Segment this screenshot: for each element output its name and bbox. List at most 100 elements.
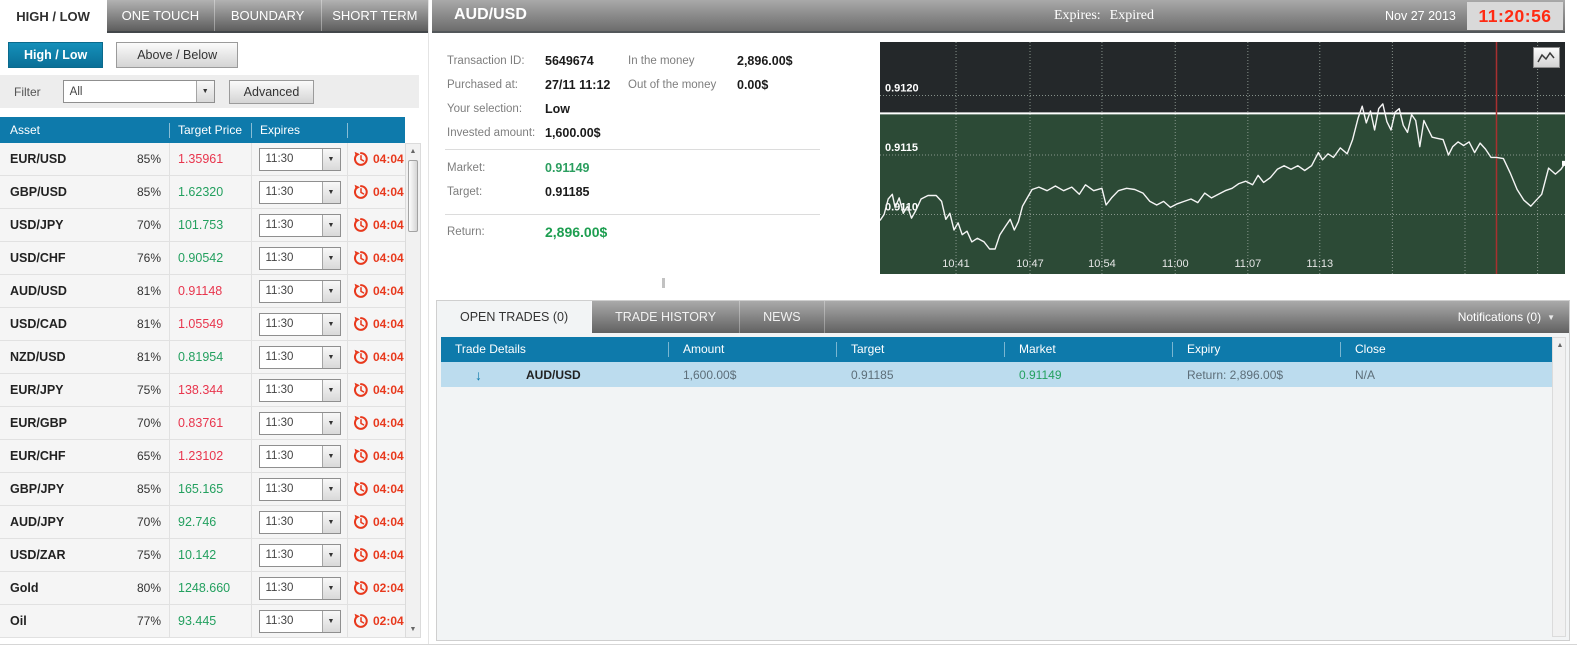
expiry-select[interactable]: 11:30▼ <box>259 511 341 534</box>
tab-short-term[interactable]: SHORT TERM <box>322 0 428 31</box>
expiry-select[interactable]: 11:30▼ <box>259 313 341 336</box>
chevron-down-icon[interactable]: ▼ <box>196 81 214 102</box>
tab-one-touch[interactable]: ONE TOUCH <box>107 0 214 31</box>
expiry-select-cell: 11:30▼ <box>252 572 348 604</box>
panel-divider <box>428 0 429 644</box>
chevron-down-icon[interactable]: ▼ <box>322 611 340 632</box>
high-low-button[interactable]: High / Low <box>8 42 103 68</box>
asset-row[interactable]: USD/ZAR75%10.14211:30▼04:04 <box>0 539 405 572</box>
chart-type-button[interactable] <box>1533 47 1560 68</box>
expiry-select[interactable]: 11:30▼ <box>259 379 341 402</box>
expiry-select[interactable]: 11:30▼ <box>259 346 341 369</box>
chevron-down-icon[interactable]: ▼ <box>322 314 340 335</box>
asset-name: AUD/JPY <box>0 506 118 538</box>
expiry-select[interactable]: 11:30▼ <box>259 577 341 600</box>
asset-row[interactable]: GBP/USD85%1.6232011:30▼04:04 <box>0 176 405 209</box>
advanced-button[interactable]: Advanced <box>229 80 315 104</box>
tab-open-trades-0[interactable]: OPEN TRADES (0) <box>437 301 592 333</box>
chevron-down-icon[interactable]: ▼ <box>322 182 340 203</box>
expiry-select-cell: 11:30▼ <box>252 308 348 340</box>
in-money-label: In the money <box>628 55 694 67</box>
expiry-select[interactable]: 11:30▼ <box>259 181 341 204</box>
asset-row[interactable]: EUR/JPY75%138.34411:30▼04:04 <box>0 374 405 407</box>
expiry-select-value: 11:30 <box>260 549 294 561</box>
filter-select[interactable]: All ▼ <box>63 80 215 103</box>
chevron-down-icon[interactable]: ▼ <box>322 248 340 269</box>
asset-payout: 75% <box>118 374 170 406</box>
trades-scrollbar[interactable]: ▲ <box>1552 337 1566 637</box>
tab-news[interactable]: NEWS <box>740 301 825 333</box>
chevron-down-icon[interactable]: ▼ <box>322 545 340 566</box>
asset-payout: 77% <box>118 605 170 637</box>
countdown-timer: 02:04 <box>373 614 404 628</box>
expiry-select-value: 11:30 <box>260 219 294 231</box>
asset-row[interactable]: Oil77%93.44511:30▼02:04 <box>0 605 405 638</box>
scroll-up-icon[interactable]: ▲ <box>1554 340 1566 351</box>
asset-row[interactable]: EUR/USD85%1.3596111:30▼04:04 <box>0 143 405 176</box>
countdown-cell: 02:04 <box>348 572 405 604</box>
asset-row[interactable]: EUR/GBP70%0.8376111:30▼04:04 <box>0 407 405 440</box>
asset-list-scrollbar[interactable]: ▲ ▼ <box>405 143 421 638</box>
asset-target-price: 0.83761 <box>170 407 252 439</box>
asset-scrollbar-thumb[interactable] <box>408 160 418 232</box>
chevron-down-icon[interactable]: ▼ <box>322 347 340 368</box>
expiry-select[interactable]: 11:30▼ <box>259 148 341 171</box>
selection-label: Your selection: <box>447 103 522 115</box>
position-header: AUD/USD Expires:Expired Nov 27 2013 11:2… <box>432 0 1565 33</box>
asset-row[interactable]: GBP/JPY85%165.16511:30▼04:04 <box>0 473 405 506</box>
chevron-down-icon[interactable]: ▼ <box>322 281 340 302</box>
asset-row[interactable]: NZD/USD81%0.8195411:30▼04:04 <box>0 341 405 374</box>
asset-row[interactable]: USD/CAD81%1.0554911:30▼04:04 <box>0 308 405 341</box>
scroll-down-icon[interactable]: ▼ <box>407 624 419 635</box>
expiry-select[interactable]: 11:30▼ <box>259 280 341 303</box>
out-money-label: Out of the money <box>628 79 716 91</box>
notifications-dropdown[interactable]: Notifications (0)▼ <box>1458 301 1555 333</box>
asset-name: Oil <box>0 605 118 637</box>
chevron-down-icon[interactable]: ▼ <box>322 512 340 533</box>
svg-text:0.9120: 0.9120 <box>885 83 919 95</box>
filter-bar: Filter All ▼ Advanced <box>0 75 419 108</box>
down-arrow-icon: ↓ <box>461 368 482 382</box>
expiry-select[interactable]: 11:30▼ <box>259 478 341 501</box>
asset-row[interactable]: USD/CHF76%0.9054211:30▼04:04 <box>0 242 405 275</box>
expiry-select[interactable]: 11:30▼ <box>259 610 341 633</box>
chevron-down-icon[interactable]: ▼ <box>322 149 340 170</box>
asset-name: EUR/JPY <box>0 374 118 406</box>
countdown-clock-icon <box>353 184 369 200</box>
tab-trade-history[interactable]: TRADE HISTORY <box>592 301 740 333</box>
countdown-clock-icon <box>353 481 369 497</box>
invested-label: Invested amount: <box>447 127 535 139</box>
chevron-down-icon[interactable]: ▼ <box>322 413 340 434</box>
open-trade-row[interactable]: ↓AUD/USD1,600.00$0.911850.91149Return: 2… <box>441 362 1553 387</box>
expiry-select[interactable]: 11:30▼ <box>259 412 341 435</box>
asset-row[interactable]: Gold80%1248.66011:30▼02:04 <box>0 572 405 605</box>
chevron-down-icon[interactable]: ▼ <box>322 446 340 467</box>
countdown-clock-icon <box>353 613 369 629</box>
countdown-timer: 04:04 <box>373 251 404 265</box>
expiry-select[interactable]: 11:30 ▼ <box>259 214 341 237</box>
countdown-clock-icon <box>353 349 369 365</box>
asset-row[interactable]: USD/JPY70%101.75311:30▼04:04 <box>0 209 405 242</box>
svg-text:0.9115: 0.9115 <box>885 142 918 154</box>
chevron-down-icon[interactable]: ▼ <box>322 578 340 599</box>
asset-row[interactable]: AUD/JPY70%92.74611:30▼04:04 <box>0 506 405 539</box>
asset-payout: 70% <box>118 506 170 538</box>
asset-name: GBP/JPY <box>0 473 118 505</box>
countdown-cell: 02:04 <box>348 605 405 637</box>
countdown-cell: 04:04 <box>348 143 405 175</box>
asset-row[interactable]: AUD/USD81%0.9114811:30▼04:04 <box>0 275 405 308</box>
chevron-down-icon[interactable]: ▼ <box>322 380 340 401</box>
expiry-select[interactable]: 11:30▼ <box>259 247 341 270</box>
tab-high-low[interactable]: HIGH / LOW <box>0 0 107 33</box>
details-resize-handle[interactable] <box>662 278 665 288</box>
asset-row[interactable]: EUR/CHF65%1.2310211:30▼04:04 <box>0 440 405 473</box>
chevron-down-icon[interactable]: ▼ <box>322 215 340 236</box>
scroll-up-icon[interactable]: ▲ <box>407 146 419 157</box>
tab-boundary[interactable]: BOUNDARY <box>215 0 322 31</box>
expiry-select[interactable]: 11:30▼ <box>259 445 341 468</box>
above-below-button[interactable]: Above / Below <box>116 42 238 68</box>
return-label: Return: <box>447 226 485 238</box>
chevron-down-icon[interactable]: ▼ <box>322 479 340 500</box>
divider <box>445 149 820 150</box>
expiry-select[interactable]: 11:30 ▼ <box>259 544 341 567</box>
